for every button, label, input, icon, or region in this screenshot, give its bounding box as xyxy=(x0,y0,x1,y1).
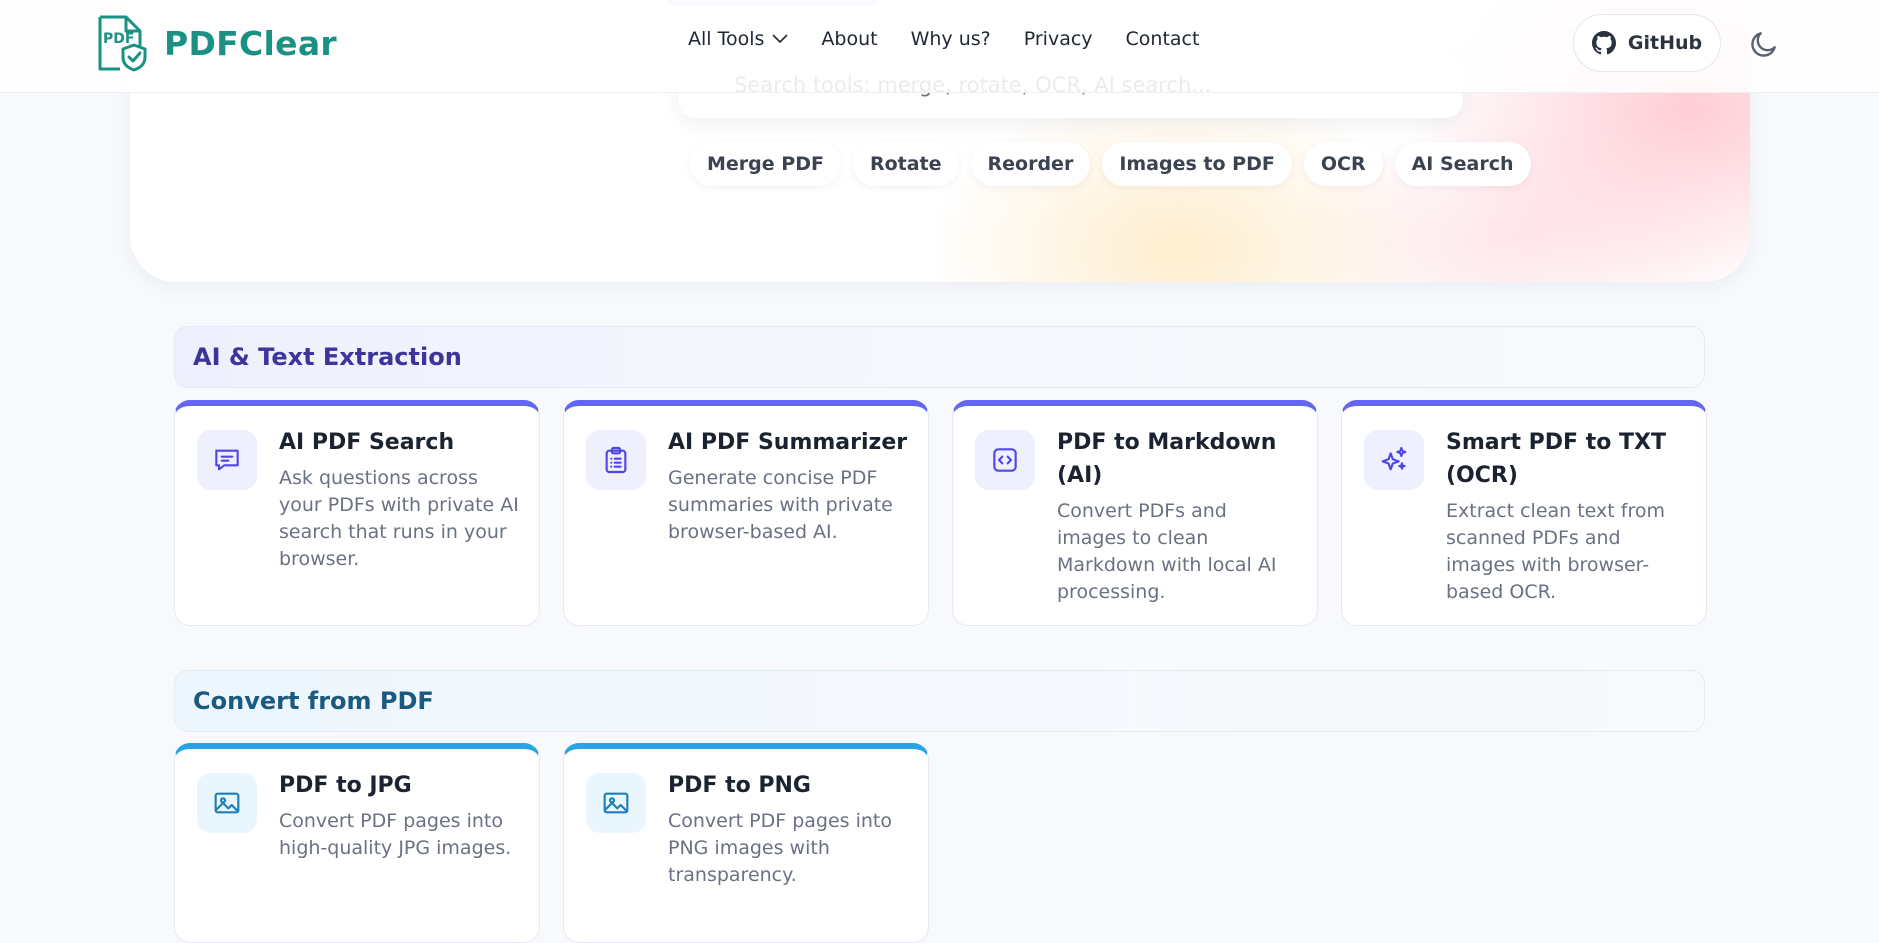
chevron-down-icon xyxy=(773,34,788,43)
chip-merge-pdf[interactable]: Merge PDF xyxy=(690,142,841,186)
tool-card-body: Smart PDF to TXT (OCR) Extract clean tex… xyxy=(1446,426,1688,606)
tool-card-description: Ask questions across your PDFs with priv… xyxy=(279,467,519,570)
chip-ai-search[interactable]: AI Search xyxy=(1394,142,1531,186)
site-header: PDF PDFClear All Tools About Why us? Pri… xyxy=(0,0,1879,93)
nav-all-tools[interactable]: All Tools xyxy=(688,28,788,50)
clipboard-list-icon xyxy=(586,430,646,490)
tool-card-body: PDF to PNG Convert PDF pages into PNG im… xyxy=(668,769,910,889)
tool-card-body: PDF to JPG Convert PDF pages into high-q… xyxy=(279,769,521,862)
tool-card-description: Convert PDF pages into high-quality JPG … xyxy=(279,810,512,859)
svg-text:PDF: PDF xyxy=(103,31,134,47)
tool-card-title: Smart PDF to TXT (OCR) xyxy=(1446,430,1666,488)
nav-contact[interactable]: Contact xyxy=(1126,28,1200,50)
tool-card-description: Convert PDFs and images to clean Markdow… xyxy=(1057,500,1277,603)
tool-card-description: Generate concise PDF summaries with priv… xyxy=(668,467,893,543)
nav-about[interactable]: About xyxy=(821,28,877,50)
image-icon xyxy=(586,773,646,833)
tool-card-pdf-to-jpg[interactable]: PDF to JPG Convert PDF pages into high-q… xyxy=(174,743,540,943)
github-label: GitHub xyxy=(1627,32,1703,54)
moon-icon[interactable] xyxy=(1748,28,1780,60)
tool-card-ai-pdf-summarizer[interactable]: AI PDF Summarizer Generate concise PDF s… xyxy=(563,400,929,626)
main-nav: All Tools About Why us? Privacy Contact xyxy=(688,28,1232,50)
tool-card-title: AI PDF Search xyxy=(279,430,455,455)
github-icon xyxy=(1591,31,1616,55)
tool-card-title: PDF to Markdown (AI) xyxy=(1057,430,1277,488)
chip-rotate[interactable]: Rotate xyxy=(852,142,959,186)
code-icon xyxy=(975,430,1035,490)
chat-bubble-icon xyxy=(197,430,257,490)
chip-ocr[interactable]: OCR xyxy=(1303,142,1383,186)
brand-name: PDFClear xyxy=(164,23,337,63)
tool-card-ai-pdf-search[interactable]: AI PDF Search Ask questions across your … xyxy=(174,400,540,626)
pdf-shield-logo-icon: PDF xyxy=(98,15,147,72)
section-header-ai-text-extraction: AI & Text Extraction xyxy=(174,326,1705,388)
nav-why-us[interactable]: Why us? xyxy=(911,28,991,50)
tool-card-title: PDF to PNG xyxy=(668,773,811,798)
tool-card-pdf-to-markdown-ai[interactable]: PDF to Markdown (AI) Convert PDFs and im… xyxy=(952,400,1318,626)
tool-card-description: Extract clean text from scanned PDFs and… xyxy=(1446,500,1665,603)
chip-images-to-pdf[interactable]: Images to PDF xyxy=(1102,142,1292,186)
quick-tool-chips: Merge PDF Rotate Reorder Images to PDF OCR AI… xyxy=(690,142,1531,186)
tool-card-body: AI PDF Search Ask questions across your … xyxy=(279,426,521,573)
image-icon xyxy=(197,773,257,833)
chip-reorder[interactable]: Reorder xyxy=(970,142,1091,186)
tool-card-description: Convert PDF pages into PNG images with t… xyxy=(668,810,893,886)
brand-logo[interactable]: PDF PDFClear xyxy=(96,14,337,72)
sparkles-icon xyxy=(1364,430,1424,490)
section-header-convert-from-pdf: Convert from PDF xyxy=(174,670,1705,732)
tool-card-body: AI PDF Summarizer Generate concise PDF s… xyxy=(668,426,910,546)
tool-card-title: PDF to JPG xyxy=(279,773,412,798)
nav-privacy[interactable]: Privacy xyxy=(1024,28,1093,50)
tool-card-pdf-to-png[interactable]: PDF to PNG Convert PDF pages into PNG im… xyxy=(563,743,929,943)
github-button[interactable]: GitHub xyxy=(1573,14,1721,72)
tool-card-smart-pdf-to-txt-ocr[interactable]: Smart PDF to TXT (OCR) Extract clean tex… xyxy=(1341,400,1707,626)
tool-card-body: PDF to Markdown (AI) Convert PDFs and im… xyxy=(1057,426,1299,606)
nav-all-tools-label: All Tools xyxy=(688,28,765,50)
tool-card-title: AI PDF Summarizer xyxy=(668,430,908,455)
